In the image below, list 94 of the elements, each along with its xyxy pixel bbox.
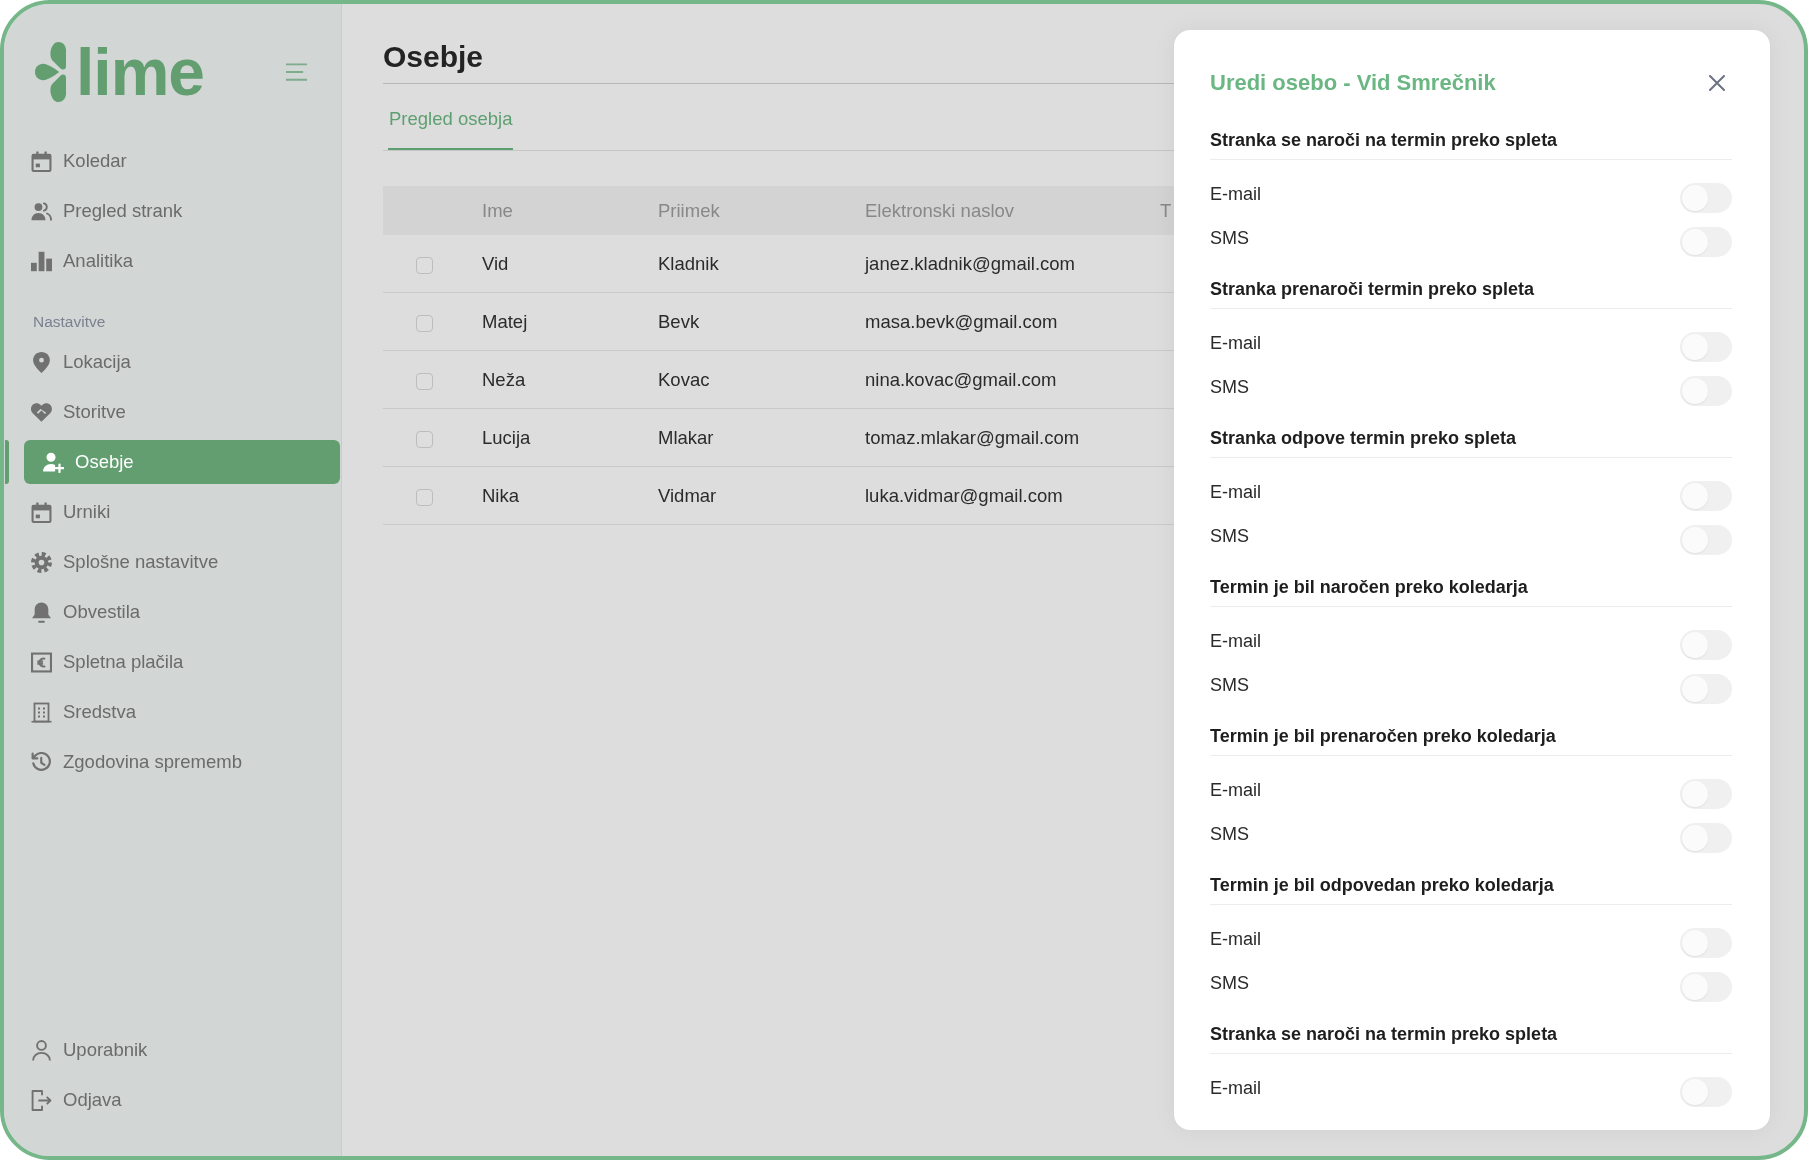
toggle-switch[interactable] [1680, 1077, 1732, 1107]
option-label: E-mail [1210, 332, 1261, 354]
sidebar-item[interactable]: Uporabnik [24, 1028, 340, 1072]
table-cell: Neža [482, 368, 526, 390]
sidebar-item[interactable]: Osebje [24, 440, 340, 484]
toggle-switch[interactable] [1680, 630, 1732, 660]
option-label: SMS [1210, 823, 1249, 845]
active-indicator [5, 440, 9, 484]
close-icon [1709, 75, 1725, 91]
option-label: SMS [1210, 227, 1249, 249]
toggle-switch[interactable] [1680, 227, 1732, 257]
sidebar-item[interactable]: Sredstva [24, 690, 340, 734]
table-cell: Lucija [482, 426, 531, 448]
table-cell: Vid [482, 252, 509, 274]
history-icon [31, 751, 52, 773]
sidebar-item[interactable]: Pregled strank [24, 189, 340, 233]
column-header[interactable]: Elektronski naslov [865, 199, 1015, 222]
toggle-switch[interactable] [1680, 928, 1732, 958]
section-heading: Stranka odpove termin preko spleta [1210, 427, 1732, 458]
tab[interactable]: Pregled osebja [388, 108, 514, 150]
heart-icon [31, 401, 52, 423]
page-title: Osebje [383, 39, 484, 75]
column-header[interactable]: Priimek [658, 199, 720, 222]
building-icon [31, 701, 52, 723]
option-label: E-mail [1210, 1077, 1261, 1099]
toggle-switch[interactable] [1680, 674, 1732, 704]
sidebar-item[interactable]: Zgodovina sprememb [24, 740, 340, 784]
table-cell: Bevk [658, 310, 700, 332]
table-cell: Kovac [658, 368, 710, 390]
user-icon [31, 1039, 52, 1061]
toggle-switch[interactable] [1680, 183, 1732, 213]
row-checkbox[interactable] [416, 315, 433, 332]
sidebar-item[interactable]: Koledar [24, 139, 340, 183]
menu-icon[interactable] [285, 62, 308, 82]
option-label: E-mail [1210, 928, 1261, 950]
table-cell: Matej [482, 310, 528, 332]
option-label: E-mail [1210, 779, 1261, 801]
logout-icon [31, 1089, 52, 1111]
toggle-switch[interactable] [1680, 481, 1732, 511]
table-cell: Nika [482, 484, 519, 506]
column-header[interactable]: Ime [482, 199, 513, 222]
calendar-icon [31, 501, 52, 523]
toggle-switch[interactable] [1680, 376, 1732, 406]
section-heading: Stranka se naroči na termin preko spleta [1210, 1023, 1732, 1054]
euro-document-icon [31, 651, 52, 673]
option-label: SMS [1210, 674, 1249, 696]
toggle-switch[interactable] [1680, 972, 1732, 1002]
bar-chart-icon [31, 250, 52, 272]
option-label: E-mail [1210, 183, 1261, 205]
map-pin-icon [31, 351, 52, 373]
section-heading: Termin je bil prenaročen preko koledarja [1210, 725, 1732, 756]
settings-icon [31, 551, 52, 573]
section-heading: Stranka prenaroči termin preko spleta [1210, 278, 1732, 309]
row-checkbox[interactable] [416, 373, 433, 390]
option-label: E-mail [1210, 481, 1261, 503]
sidebar-item[interactable]: Obvestila [24, 590, 340, 634]
drawer-title: Uredi osebo - Vid Smrečnik [1210, 69, 1496, 97]
section-heading: Termin je bil odpovedan preko koledarja [1210, 874, 1732, 905]
table-cell: nina.kovac@gmail.com [865, 368, 1057, 390]
table-cell: Vidmar [658, 484, 717, 506]
section-heading: Termin je bil naročen preko koledarja [1210, 576, 1732, 607]
sidebar-item[interactable]: Lokacija [24, 340, 340, 384]
table-cell: tomaz.mlakar@gmail.com [865, 426, 1080, 448]
table-cell: Kladnik [658, 252, 719, 274]
table-cell: janez.kladnik@gmail.com [865, 252, 1076, 274]
toggle-switch[interactable] [1680, 823, 1732, 853]
row-checkbox[interactable] [416, 257, 433, 274]
table-cell: luka.vidmar@gmail.com [865, 484, 1063, 506]
people-icon [31, 200, 52, 222]
option-label: SMS [1210, 972, 1249, 994]
section-label: Nastavitve [33, 313, 106, 331]
toggle-switch[interactable] [1680, 779, 1732, 809]
user-plus-icon [43, 451, 64, 473]
row-checkbox[interactable] [416, 489, 433, 506]
logo-text: lime [76, 40, 205, 104]
bell-icon [31, 601, 52, 623]
sidebar-item[interactable]: Odjava [24, 1078, 340, 1122]
table-cell: masa.bevk@gmail.com [865, 310, 1058, 332]
sidebar-item[interactable]: Analitika [24, 239, 340, 283]
option-label: E-mail [1210, 630, 1261, 652]
toggle-switch[interactable] [1680, 525, 1732, 555]
section-heading: Stranka se naroči na termin preko spleta [1210, 129, 1732, 160]
option-label: SMS [1210, 376, 1249, 398]
calendar-icon [31, 150, 52, 172]
row-checkbox[interactable] [416, 431, 433, 448]
table-cell: Mlakar [658, 426, 714, 448]
sidebar-item[interactable]: Spletna plačila [24, 640, 340, 684]
option-label: SMS [1210, 525, 1249, 547]
petals-logo-icon [35, 40, 66, 104]
toggle-switch[interactable] [1680, 332, 1732, 362]
sidebar-item[interactable]: Storitve [24, 390, 340, 434]
sidebar-item[interactable]: Urniki [24, 490, 340, 534]
column-header[interactable]: T [1160, 199, 1172, 222]
sidebar-item[interactable]: Splošne nastavitve [24, 540, 340, 584]
